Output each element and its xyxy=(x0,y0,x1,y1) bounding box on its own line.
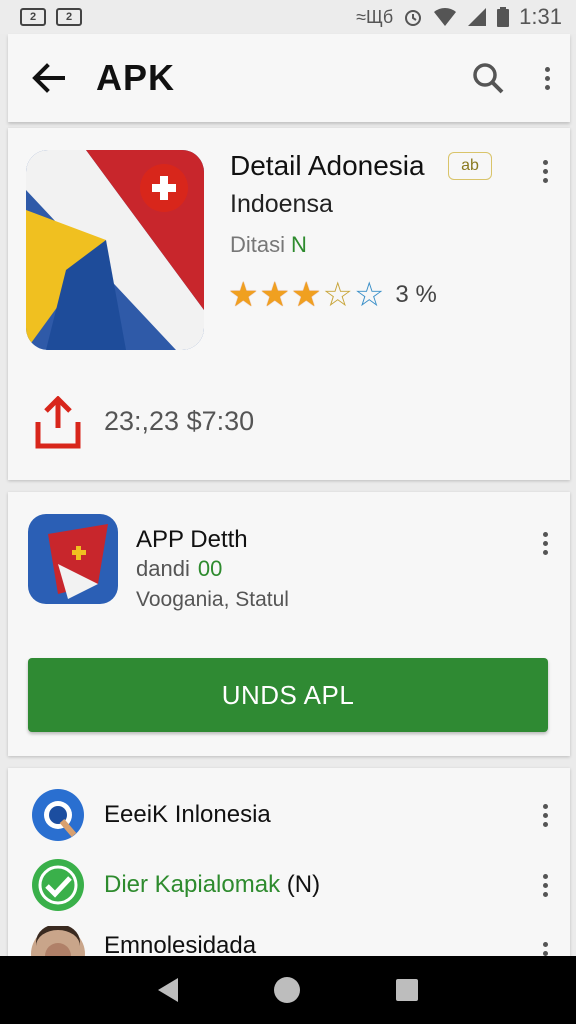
app-developer: Indoensa xyxy=(230,190,333,218)
lens-app-icon xyxy=(32,789,84,841)
app-icon xyxy=(28,514,118,604)
app-name: APP Detth xyxy=(136,526,248,553)
notification-icon: 2 xyxy=(56,8,82,26)
star-empty-icon: ☆ xyxy=(322,276,353,314)
app-logo-icon xyxy=(26,150,204,350)
price-text: 23:,23 $7:30 xyxy=(104,406,255,436)
check-app-icon xyxy=(32,859,84,911)
content-badge: ab xyxy=(448,152,492,180)
battery-icon xyxy=(497,7,510,27)
list-item-label: EeeiK Inlonesia xyxy=(104,801,271,828)
search-icon[interactable] xyxy=(471,61,505,95)
nav-home-icon[interactable] xyxy=(274,977,300,1003)
more-vert-icon[interactable] xyxy=(537,870,554,901)
app-detail-card: Detail Adonesia ab Indoensa Ditasi N ★ ★ … xyxy=(8,128,570,480)
navigation-bar xyxy=(0,956,576,1024)
rating-stars: ★ ★ ★ ☆ ☆ 3 % xyxy=(228,278,437,312)
status-bar: 2 2 ≈Щб 1:31 xyxy=(0,0,576,34)
rating-text: 3 % xyxy=(395,281,437,308)
nav-back-icon[interactable] xyxy=(158,978,178,1002)
arrow-left-icon[interactable] xyxy=(28,63,68,93)
share-icon[interactable] xyxy=(34,396,82,450)
wifi-icon xyxy=(434,7,457,26)
star-empty-icon: ☆ xyxy=(353,276,385,314)
app-title: Detail Adonesia xyxy=(230,150,425,181)
app-meta: dandi 00 xyxy=(136,556,222,582)
network-text: ≈Щб xyxy=(356,6,394,27)
category-label: Ditasi xyxy=(230,232,286,257)
star-filled-icon: ★ xyxy=(228,276,259,314)
notification-icon: 2 xyxy=(20,8,46,26)
list-item-suffix: (N) xyxy=(280,871,321,898)
star-filled-icon: ★ xyxy=(259,276,290,314)
more-vert-icon[interactable] xyxy=(537,800,554,831)
star-filled-icon: ★ xyxy=(290,276,322,314)
app-card: APP Detth dandi 00 Voogania, Statul UNDS … xyxy=(8,492,570,756)
app-meta-accent: 00 xyxy=(197,556,223,581)
install-button[interactable]: UNDS APL xyxy=(28,658,548,732)
app-list: EeeiK Inlonesia Dier Kapialomak (N) Emno… xyxy=(8,768,570,968)
list-item-label: Dier Kapialomak (N) xyxy=(104,871,320,899)
list-item-name: Dier Kapialomak xyxy=(104,871,281,898)
alarm-icon xyxy=(405,10,422,26)
nav-recents-icon[interactable] xyxy=(396,979,418,1001)
app-meta-label: dandi xyxy=(136,556,190,581)
category-accent: N xyxy=(291,232,307,257)
app-status: Voogania, Statul xyxy=(136,588,289,611)
app-category: Ditasi N xyxy=(230,232,307,258)
list-item[interactable]: EeeiK Inlonesia xyxy=(8,782,570,848)
page-title: APK xyxy=(96,57,176,98)
app-bar: APK xyxy=(8,34,570,122)
clock: 1:31 xyxy=(519,4,562,29)
signal-icon xyxy=(468,8,487,26)
more-vert-icon[interactable] xyxy=(537,528,554,559)
list-item[interactable]: Dier Kapialomak (N) xyxy=(8,852,570,918)
more-vert-icon[interactable] xyxy=(537,156,554,187)
more-vert-icon[interactable] xyxy=(539,63,556,94)
